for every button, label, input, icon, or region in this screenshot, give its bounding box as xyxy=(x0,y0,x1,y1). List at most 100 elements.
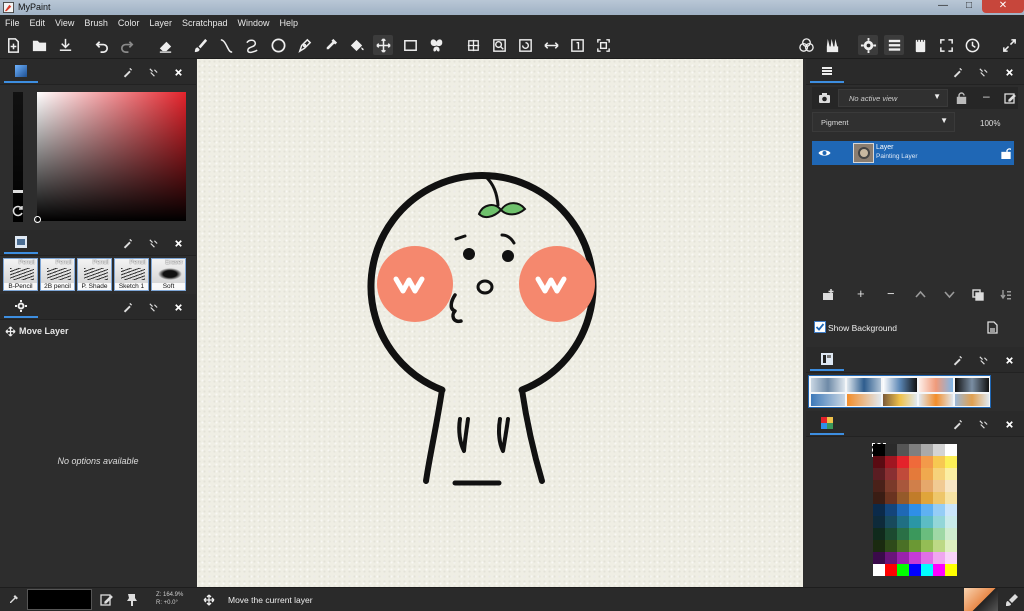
palette-swatch[interactable] xyxy=(909,564,921,576)
flip-horizontal-icon[interactable] xyxy=(541,35,561,55)
fullscreen-icon[interactable] xyxy=(936,35,956,55)
palette-swatch[interactable] xyxy=(897,552,909,564)
palette-swatch[interactable] xyxy=(873,504,885,516)
layers-tab[interactable] xyxy=(810,61,844,83)
layer-opacity-value[interactable]: 100% xyxy=(980,119,1000,128)
brush-icon[interactable] xyxy=(190,35,210,55)
menu-layer[interactable]: Layer xyxy=(144,15,177,31)
menu-brush[interactable]: Brush xyxy=(79,15,113,31)
panel-options-icon[interactable] xyxy=(120,300,134,314)
palette-swatch[interactable] xyxy=(885,480,897,492)
undo-icon[interactable] xyxy=(91,35,111,55)
palette-swatch[interactable] xyxy=(933,468,945,480)
value-slider-handle[interactable] xyxy=(13,190,23,193)
palette-swatch[interactable] xyxy=(897,492,909,504)
palette-swatch[interactable] xyxy=(909,552,921,564)
palette-swatch[interactable] xyxy=(921,564,933,576)
menu-scratchpad[interactable]: Scratchpad xyxy=(177,15,233,31)
brush-preview-icon[interactable] xyxy=(964,588,998,611)
palette-swatch[interactable] xyxy=(945,552,957,564)
palette-swatch[interactable] xyxy=(885,552,897,564)
pen-icon[interactable] xyxy=(294,35,314,55)
menu-file[interactable]: File xyxy=(0,15,25,31)
current-color-swatch[interactable] xyxy=(27,589,92,610)
zoom-icon[interactable] xyxy=(489,35,509,55)
freehand-icon[interactable] xyxy=(242,35,262,55)
panel-options-icon[interactable] xyxy=(120,65,134,79)
panel-detach-icon[interactable] xyxy=(146,65,160,79)
palette-swatch[interactable] xyxy=(945,492,957,504)
palette-swatch[interactable] xyxy=(897,528,909,540)
panel-detach-icon[interactable] xyxy=(146,300,160,314)
rename-view-icon[interactable] xyxy=(1004,92,1016,104)
move-layer-icon[interactable] xyxy=(373,35,393,55)
palette-swatch[interactable] xyxy=(885,492,897,504)
settings-icon[interactable] xyxy=(858,35,878,55)
palette-swatch[interactable] xyxy=(873,480,885,492)
palette-swatch[interactable] xyxy=(933,480,945,492)
panel-close-icon[interactable] xyxy=(171,300,185,314)
palette-swatch[interactable] xyxy=(933,456,945,468)
palette-swatch[interactable] xyxy=(885,540,897,552)
palette-swatch[interactable] xyxy=(873,516,885,528)
rotate-icon[interactable] xyxy=(515,35,535,55)
move-layer-down-icon[interactable] xyxy=(944,291,955,299)
palette-swatch[interactable] xyxy=(945,564,957,576)
palette-swatch[interactable] xyxy=(897,468,909,480)
palette-swatch[interactable] xyxy=(909,540,921,552)
redo-icon[interactable] xyxy=(117,35,137,55)
panel-close-icon[interactable] xyxy=(1002,417,1016,431)
palette-swatch[interactable] xyxy=(921,456,933,468)
brush-settings-icon[interactable] xyxy=(1005,593,1019,607)
add-layer-icon[interactable] xyxy=(822,289,835,301)
palette-swatch[interactable] xyxy=(933,564,945,576)
palette-swatch[interactable] xyxy=(945,528,957,540)
fit-view-icon[interactable] xyxy=(593,35,613,55)
palette-swatch[interactable] xyxy=(933,552,945,564)
palette-swatch[interactable] xyxy=(921,468,933,480)
palette-swatch[interactable] xyxy=(897,564,909,576)
move-layer-up-icon[interactable] xyxy=(915,290,926,298)
eye-icon[interactable] xyxy=(818,148,831,158)
palette-swatch[interactable] xyxy=(873,564,885,576)
menu-color[interactable]: Color xyxy=(113,15,145,31)
palette-swatch[interactable] xyxy=(921,480,933,492)
tool-options-tab[interactable] xyxy=(4,296,38,318)
brush-item[interactable]: Pencil Sketch 1 xyxy=(114,258,149,291)
frame-icon[interactable] xyxy=(400,35,420,55)
color-wheel-icon[interactable] xyxy=(796,35,816,55)
palette-swatch[interactable] xyxy=(873,492,885,504)
palette-tab[interactable] xyxy=(810,413,844,435)
ellipse-icon[interactable] xyxy=(268,35,288,55)
view-lock-icon[interactable] xyxy=(956,92,967,104)
panel-options-icon[interactable] xyxy=(950,417,964,431)
palette-swatch[interactable] xyxy=(885,504,897,516)
palette-swatch[interactable] xyxy=(873,456,885,468)
palette-swatch[interactable] xyxy=(909,468,921,480)
merge-layer-icon[interactable] xyxy=(1000,289,1012,301)
layer-row[interactable]: Layer Painting Layer xyxy=(812,141,1014,165)
palette-swatch[interactable] xyxy=(909,444,921,456)
save-file-icon[interactable] xyxy=(55,35,75,55)
palette-swatch[interactable] xyxy=(933,444,945,456)
drawing-canvas[interactable] xyxy=(197,59,803,587)
palette-swatch[interactable] xyxy=(921,552,933,564)
panel-detach-icon[interactable] xyxy=(976,353,990,367)
brush-item[interactable]: Pencil 2B pencil xyxy=(40,258,75,291)
palette-swatch[interactable] xyxy=(872,443,886,457)
brush-item[interactable]: Pencil P. Shade xyxy=(77,258,112,291)
fill-icon[interactable] xyxy=(346,35,366,55)
color-picker-icon[interactable] xyxy=(7,594,19,606)
add-painting-layer-icon[interactable]: + xyxy=(857,286,865,301)
palette-swatch[interactable] xyxy=(933,516,945,528)
color-picker-icon[interactable] xyxy=(320,35,340,55)
palette-swatch[interactable] xyxy=(873,540,885,552)
camera-icon[interactable] xyxy=(818,92,831,104)
value-slider[interactable] xyxy=(13,92,23,222)
palette-swatch[interactable] xyxy=(873,552,885,564)
background-properties-icon[interactable] xyxy=(986,321,998,334)
menu-window[interactable]: Window xyxy=(232,15,274,31)
palette-swatch[interactable] xyxy=(945,468,957,480)
palette-swatch[interactable] xyxy=(945,456,957,468)
palette-swatch[interactable] xyxy=(897,480,909,492)
